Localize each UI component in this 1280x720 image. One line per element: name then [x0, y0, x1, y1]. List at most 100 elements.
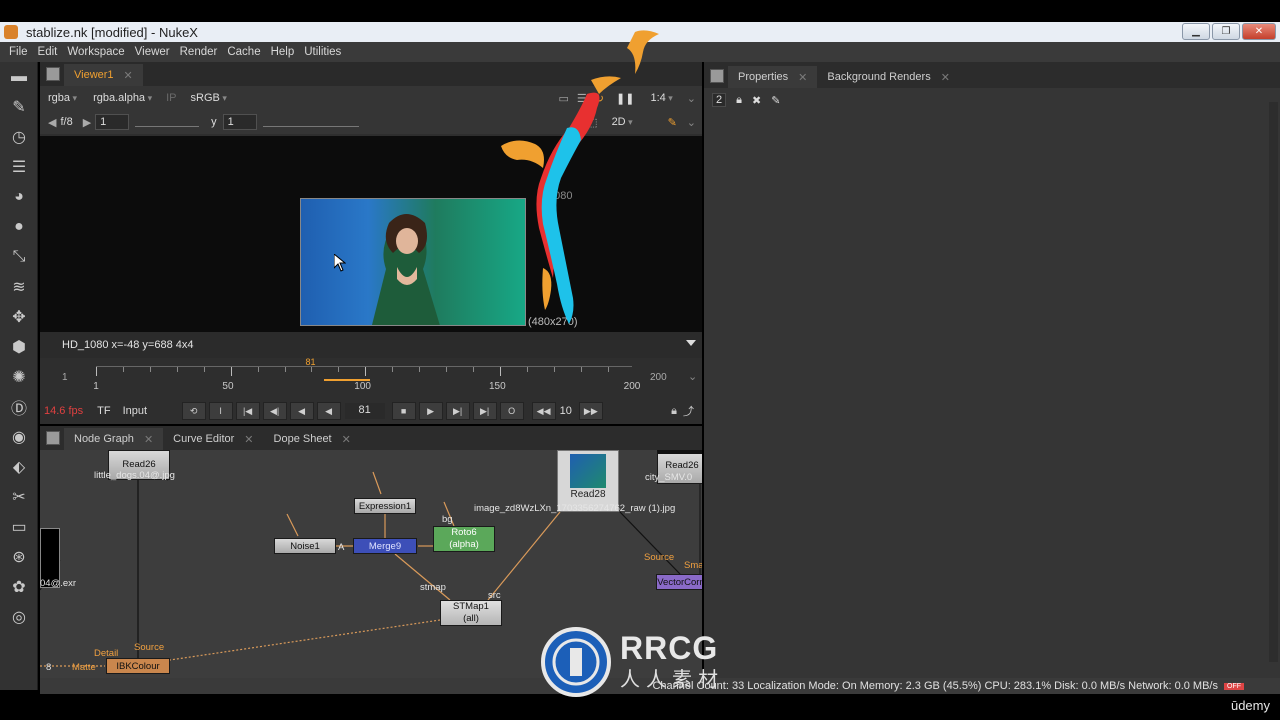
menu-viewer[interactable]: Viewer — [130, 46, 175, 58]
paint-icon[interactable]: ✎ — [0, 92, 38, 122]
loop-icon[interactable]: ⟲ — [181, 402, 206, 420]
toolsets-icon[interactable]: ✂ — [0, 482, 38, 512]
node-merge9[interactable]: Merge9 (multiply) — [353, 538, 417, 554]
step-back-icon[interactable]: ◀ — [289, 402, 314, 420]
other-icon[interactable]: ▭ — [0, 512, 38, 542]
timeline[interactable]: 1 1 50 100 150 200 81 200 ⌄ — [40, 357, 702, 398]
close-icon[interactable]: ✕ — [798, 71, 807, 84]
particles-icon[interactable]: ✺ — [0, 362, 38, 392]
menu-utilities[interactable]: Utilities — [299, 46, 346, 58]
panel-grip-icon[interactable] — [710, 69, 724, 83]
node-noise1[interactable]: Noise1 — [274, 538, 336, 554]
deep-icon[interactable]: Ⓓ — [0, 392, 38, 422]
lock-icon[interactable]: 🔒︎ — [665, 405, 683, 418]
tab-node-graph[interactable]: Node Graph ✕ — [64, 428, 164, 450]
gain-slider[interactable] — [135, 117, 200, 127]
close-icon[interactable]: ✕ — [144, 433, 153, 446]
menu-icon[interactable]: ☰ — [573, 92, 591, 105]
metadata-icon[interactable]: ⬖ — [0, 452, 38, 482]
ip-toggle[interactable]: IP — [160, 92, 182, 104]
play-icon[interactable]: ▶ — [418, 402, 443, 420]
tab-dope-sheet[interactable]: Dope Sheet ✕ — [264, 428, 361, 450]
node-vectorcornerpin[interactable]: VectorCorn — [656, 574, 702, 590]
menu-render[interactable]: Render — [175, 46, 223, 58]
out-point-icon[interactable]: O — [499, 402, 524, 420]
menu-workspace[interactable]: Workspace — [62, 46, 129, 58]
panel-grip-icon[interactable] — [46, 431, 60, 445]
brush-icon[interactable]: ✎ — [664, 116, 681, 129]
views-icon[interactable]: ◉ — [0, 422, 38, 452]
pause-icon[interactable]: ❚❚ — [608, 92, 642, 105]
menu-edit[interactable]: Edit — [33, 46, 63, 58]
menu-help[interactable]: Help — [266, 46, 300, 58]
node-ibkcolour[interactable]: IBKColour — [106, 658, 170, 674]
export-icon[interactable]: ⤴ — [683, 403, 702, 419]
filter-icon[interactable]: ● — [0, 212, 38, 242]
frame-field[interactable]: 81 — [344, 403, 385, 419]
image-icon[interactable]: ▬ — [0, 62, 38, 92]
cara-icon[interactable]: ◎ — [0, 602, 38, 632]
chevron-down-icon[interactable]: ⌄ — [688, 370, 697, 383]
next-icon[interactable]: ▶ — [73, 116, 95, 129]
channel-icon[interactable]: ☰ — [0, 152, 38, 182]
tf-dropdown[interactable]: TF — [91, 405, 116, 417]
viewer-canvas[interactable]: ,1080 (480x270) — [40, 136, 702, 332]
close-icon[interactable]: ✕ — [124, 69, 133, 82]
lut-dropdown[interactable]: sRGB — [183, 92, 235, 104]
gamma-slider[interactable] — [262, 117, 359, 127]
time-icon[interactable]: ◷ — [0, 122, 38, 152]
step-field[interactable]: 10 — [556, 405, 576, 417]
tab-properties[interactable]: Properties ✕ — [728, 66, 818, 88]
close-button[interactable]: ✕ — [1242, 23, 1276, 40]
transform-icon[interactable]: ✥ — [0, 302, 38, 332]
close-icon[interactable]: ✕ — [244, 433, 253, 446]
current-frame-marker[interactable]: 81 — [305, 357, 315, 367]
node-expression1[interactable]: Expression1 — [354, 498, 416, 514]
last-frame-icon[interactable]: ▶| — [472, 402, 497, 420]
prev-icon[interactable]: ◀ — [40, 116, 60, 129]
timeline-ruler[interactable]: 1 50 100 150 200 81 — [93, 357, 640, 392]
node-stmap1[interactable]: STMap1 (all) — [440, 600, 502, 626]
alpha-dropdown[interactable]: rgba.alpha — [85, 92, 160, 104]
close-icon[interactable]: ✕ — [941, 71, 950, 84]
menu-file[interactable]: File — [4, 46, 33, 58]
close-icon[interactable]: ✕ — [342, 433, 351, 446]
ocula-icon[interactable]: ✿ — [0, 572, 38, 602]
source-dropdown[interactable]: Input — [117, 405, 179, 417]
maximize-button[interactable]: ❐ — [1212, 23, 1240, 40]
chevron-down-icon[interactable]: ⌄ — [681, 116, 702, 129]
minimize-button[interactable]: ▁ — [1182, 23, 1210, 40]
expand-icon[interactable] — [686, 340, 696, 346]
roi-icon[interactable]: ⬚ — [581, 116, 603, 129]
first-frame-icon[interactable]: |◀ — [235, 402, 260, 420]
properties-scrollbar[interactable] — [1269, 102, 1278, 662]
scale-dropdown[interactable]: 1:4 — [642, 92, 680, 104]
in-point-icon[interactable]: I — [208, 402, 233, 420]
skip-forward-icon[interactable]: ▶▶ — [578, 402, 603, 420]
refresh-icon[interactable]: ↻ — [591, 92, 608, 105]
prev-key-icon[interactable]: ◀| — [262, 402, 287, 420]
merge-icon[interactable]: ≋ — [0, 272, 38, 302]
keyer-icon[interactable]: ⤡ — [0, 242, 38, 272]
max-panels-field[interactable]: 2 — [712, 93, 727, 107]
stop-icon[interactable]: ■ — [391, 402, 416, 420]
pencil-icon[interactable]: ✎ — [771, 94, 780, 107]
tab-curve-editor[interactable]: Curve Editor ✕ — [163, 428, 263, 450]
3d-icon[interactable]: ⬢ — [0, 332, 38, 362]
tab-viewer1[interactable]: Viewer1 ✕ — [64, 64, 143, 86]
panel-grip-icon[interactable] — [46, 67, 60, 81]
lock-icon[interactable]: 🔒︎ — [736, 94, 742, 107]
tab-background-renders[interactable]: Background Renders ✕ — [817, 66, 960, 88]
view-mode-dropdown[interactable]: 2D — [604, 116, 664, 128]
menu-cache[interactable]: Cache — [222, 46, 265, 58]
gain-field[interactable]: 1 — [95, 114, 130, 130]
gamma-field[interactable]: 1 — [222, 114, 257, 130]
play-back-icon[interactable]: ◀ — [316, 402, 341, 420]
wipe-icon[interactable]: ▭ — [555, 92, 573, 105]
skip-back-icon[interactable]: ◀◀ — [531, 402, 556, 420]
color-icon[interactable]: ◕ — [0, 182, 38, 212]
next-key-icon[interactable]: ▶| — [445, 402, 470, 420]
furnace-icon[interactable]: ⊛ — [0, 542, 38, 572]
clear-icon[interactable]: ✖ — [752, 94, 761, 107]
node-roto6[interactable]: Roto6 (alpha) — [433, 526, 495, 552]
